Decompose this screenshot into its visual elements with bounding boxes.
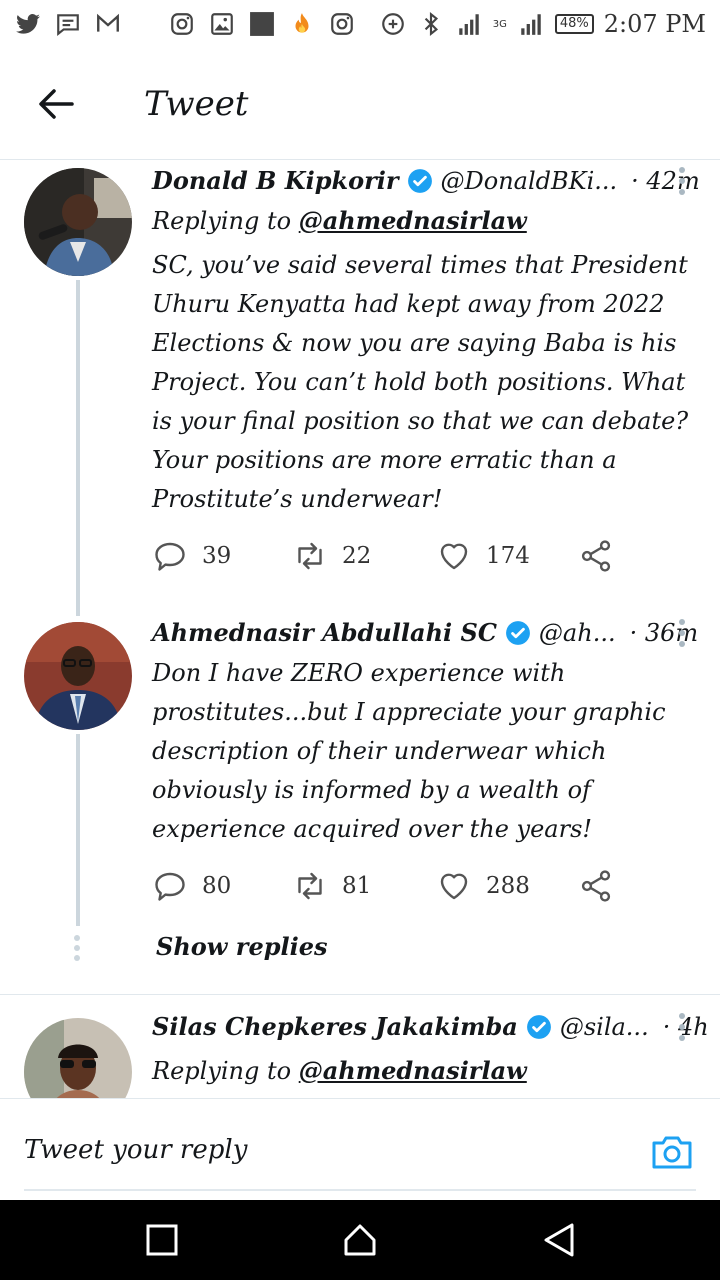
back-icon[interactable] [540, 1220, 580, 1260]
tweet[interactable]: Ahmednasir Abdullahi SC @ah... · 36m Don… [0, 612, 720, 992]
author-name[interactable]: Ahmednasir Abdullahi SC [152, 618, 497, 647]
tweet-header: Donald B Kipkorir @DonaldBKi... · 42m [152, 166, 700, 195]
share-icon [581, 540, 611, 572]
network-type: 3G [492, 18, 507, 30]
page-title: Tweet [144, 84, 249, 124]
share-icon [581, 870, 611, 902]
like-count: 288 [486, 873, 530, 899]
retweet-count: 81 [342, 873, 372, 899]
retweet-button[interactable]: 81 [292, 868, 371, 904]
retweet-icon [298, 542, 322, 570]
tweet-actions: 80 81 288 [152, 868, 632, 908]
composer-underline [24, 1189, 696, 1191]
twitter-icon [14, 10, 42, 38]
replying-to: Replying to @ahmednasirlaw [152, 1056, 527, 1085]
gmail-icon [94, 10, 122, 38]
tweet-header: Silas Chepkeres Jakakimba @sila... · 4h [152, 1012, 709, 1041]
tweet-actions: 39 22 174 [152, 538, 632, 578]
signal-icon [517, 10, 545, 38]
share-button[interactable] [578, 538, 614, 574]
message-icon [54, 10, 82, 38]
avatar[interactable] [24, 622, 132, 730]
signal-icon [455, 10, 483, 38]
android-nav-bar [0, 1200, 720, 1280]
tweet-time: · 36m [629, 618, 699, 647]
tweet-time: · 42m [631, 166, 700, 195]
reply-button[interactable]: 39 [152, 538, 231, 574]
tweet[interactable]: Donald B Kipkorir @DonaldBKi... · 42m Re… [0, 160, 720, 616]
replying-to-handle[interactable]: @ahmednasirlaw [299, 1056, 527, 1085]
heart-icon [440, 543, 468, 570]
recents-icon[interactable] [142, 1220, 182, 1260]
share-button[interactable] [578, 868, 614, 904]
system-icons: 3G 48% 2:07 PM [379, 10, 706, 38]
battery-indicator: 48% [554, 14, 594, 34]
reply-count: 80 [202, 873, 232, 899]
reply-icon [155, 872, 185, 901]
tweet[interactable]: Silas Chepkeres Jakakimba @sila... · 4h … [0, 1006, 720, 1098]
author-handle[interactable]: @ah... [539, 619, 616, 647]
more-options-icon[interactable] [678, 1012, 686, 1042]
retweet-icon [298, 872, 322, 900]
tweet-text: SC, you’ve said several times that Presi… [152, 251, 689, 513]
reply-composer: Tweet your reply [0, 1098, 720, 1200]
author-name[interactable]: Donald B Kipkorir [152, 166, 399, 195]
instagram-icon [168, 10, 196, 38]
replying-to: Replying to @ahmednasirlaw [152, 206, 527, 235]
verified-badge-icon [407, 168, 432, 193]
avatar[interactable] [24, 168, 132, 276]
author-handle[interactable]: @sila... [560, 1013, 649, 1041]
thread-dots-icon [74, 935, 80, 961]
thread-line [76, 280, 80, 616]
more-options-icon[interactable] [678, 618, 686, 648]
bluetooth-icon [417, 10, 445, 38]
arrow-left-icon[interactable] [34, 82, 78, 126]
reply-icon [155, 542, 185, 571]
verified-badge-icon [526, 1014, 551, 1039]
status-bar: 3G 48% 2:07 PM [0, 0, 720, 48]
data-saver-icon [379, 10, 407, 38]
replying-to-handle[interactable]: @ahmednasirlaw [299, 206, 527, 235]
avatar[interactable] [24, 1018, 132, 1098]
like-button[interactable]: 174 [436, 538, 530, 574]
divider [0, 994, 720, 995]
tweet-header: Ahmednasir Abdullahi SC @ah... · 36m [152, 618, 698, 647]
like-count: 174 [486, 543, 530, 569]
verified-badge-icon [506, 620, 530, 645]
retweet-count: 22 [342, 543, 372, 569]
like-button[interactable]: 288 [436, 868, 530, 904]
camera-icon[interactable] [650, 1129, 694, 1173]
replying-to-label: Replying to [152, 1057, 292, 1085]
author-name[interactable]: Silas Chepkeres Jakakimba [152, 1012, 518, 1041]
show-replies-link[interactable]: Show replies [156, 932, 328, 961]
fire-icon [288, 10, 316, 38]
notification-icons [14, 10, 356, 38]
home-icon[interactable] [340, 1220, 380, 1260]
author-handle[interactable]: @DonaldBKi... [441, 167, 618, 195]
app-header: Tweet [0, 48, 720, 160]
reply-count: 39 [202, 543, 232, 569]
square-icon [248, 10, 276, 38]
clock: 2:07 PM [603, 10, 706, 38]
replying-to-label: Replying to [152, 207, 292, 235]
thread-line [76, 734, 80, 926]
heart-icon [440, 873, 468, 900]
gallery-icon [208, 10, 236, 38]
reply-button[interactable]: 80 [152, 868, 231, 904]
more-options-icon[interactable] [678, 166, 686, 196]
tweet-text: Don I have ZERO experience with prostitu… [152, 659, 666, 843]
retweet-button[interactable]: 22 [292, 538, 371, 574]
reply-input[interactable]: Tweet your reply [24, 1135, 247, 1165]
instagram-icon [328, 10, 356, 38]
